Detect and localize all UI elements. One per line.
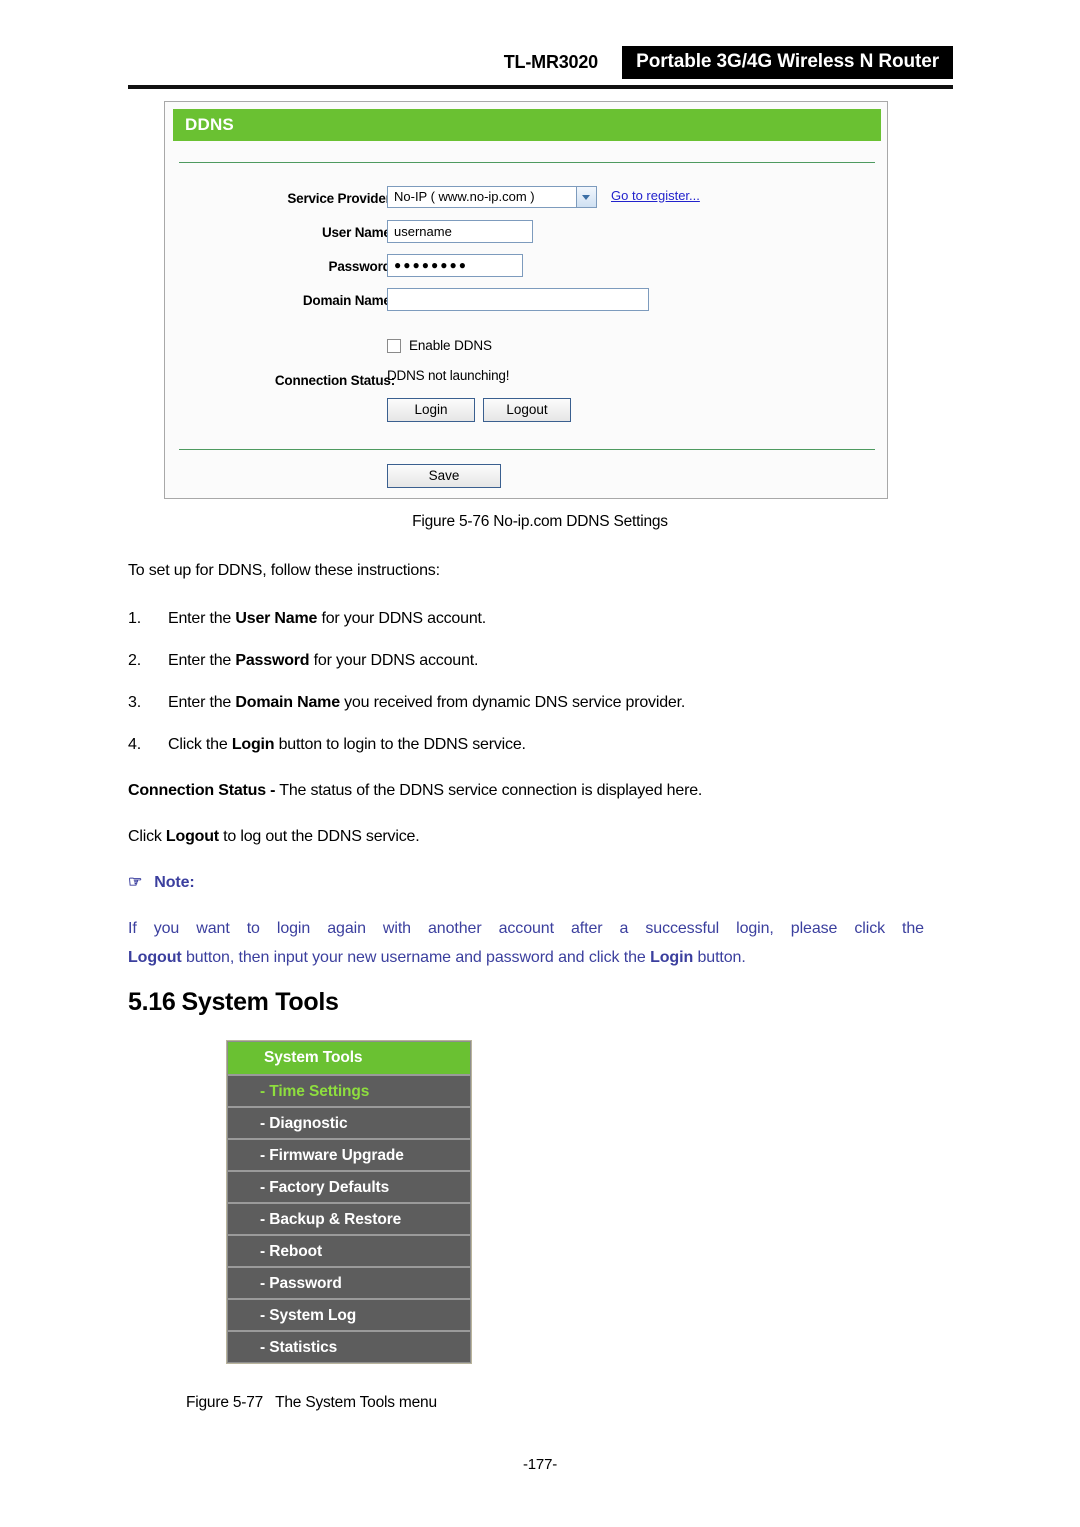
save-button[interactable]: Save: [387, 464, 501, 488]
pointing-hand-icon: ☞: [128, 874, 143, 891]
password-input[interactable]: ●●●●●●●●: [387, 254, 523, 277]
note-line-1: If you want to login again with another …: [128, 920, 924, 937]
section-number: 5.16: [128, 988, 176, 1016]
enable-ddns-checkbox[interactable]: [387, 338, 401, 353]
sidebar-item-reboot[interactable]: - Reboot: [228, 1234, 470, 1266]
connection-status-row: Connection Status:: [165, 368, 889, 396]
note-title: Note:: [154, 874, 195, 891]
user-name-label: User Name:: [321, 225, 395, 240]
sidebar-item-time-settings[interactable]: - Time Settings: [228, 1074, 470, 1106]
connection-status-description: The status of the DDNS service connectio…: [275, 782, 703, 799]
logout-para-post: to log out the DDNS service.: [218, 828, 420, 845]
header-rule: [128, 85, 953, 89]
user-name-row: User Name: username: [165, 220, 889, 248]
step-4-number: 4.: [128, 736, 141, 753]
domain-name-label: Domain Name:: [302, 293, 395, 308]
sidebar-item-password[interactable]: - Password: [228, 1266, 470, 1298]
system-tools-menu: System Tools - Time Settings - Diagnosti…: [226, 1040, 472, 1364]
connection-status-label: Connection Status:: [274, 373, 395, 388]
figure-576-caption: Figure 5-76 No-ip.com DDNS Settings: [412, 513, 668, 530]
ddns-settings-panel: DDNS Service Provider: No-IP ( www.no-ip…: [164, 101, 888, 499]
sidebar-item-factory-defaults[interactable]: - Factory Defaults: [228, 1170, 470, 1202]
page-title: 5.16 System Tools: [128, 988, 339, 1017]
step-1-text: Enter the User Name for your DDNS accoun…: [168, 608, 486, 630]
service-provider-selected-value: No-IP ( www.no-ip.com ): [394, 189, 535, 204]
page-header: TL-MR3020 Portable 3G/4G Wireless N Rout…: [128, 46, 953, 89]
page-number: -177-: [522, 1456, 558, 1473]
header-model-name: TL-MR3020: [503, 52, 598, 72]
step-3-bold: Domain Name: [235, 694, 340, 711]
step-3-pre: Enter the: [168, 694, 236, 711]
step-2-bold: Password: [235, 652, 310, 669]
panel-divider-bottom: [179, 449, 875, 450]
step-4-pre: Click the: [168, 736, 232, 753]
service-provider-field-wrap: No-IP ( www.no-ip.com ): [387, 186, 597, 208]
step-3-number: 3.: [128, 694, 141, 711]
connection-status-paragraph: Connection Status - The status of the DD…: [128, 780, 702, 802]
note-heading: ☞ Note:: [128, 872, 195, 892]
user-name-input[interactable]: username: [387, 220, 533, 243]
domain-name-row: Domain Name:: [165, 288, 889, 316]
system-tools-menu-header: System Tools: [228, 1042, 470, 1074]
enable-ddns-row[interactable]: Enable DDNS: [387, 338, 492, 353]
step-1-pre: Enter the: [168, 610, 236, 627]
step-1-number: 1.: [128, 610, 141, 627]
note-logout-bold: Logout: [128, 949, 182, 966]
user-name-field-wrap: username: [387, 220, 533, 243]
logout-para-bold: Logout: [165, 828, 219, 845]
step-2-text: Enter the Password for your DDNS account…: [168, 650, 478, 672]
logout-para-pre: Click: [128, 828, 166, 845]
sidebar-item-backup-restore[interactable]: - Backup & Restore: [228, 1202, 470, 1234]
password-field-wrap: ●●●●●●●●: [387, 254, 523, 277]
intro-paragraph: To set up for DDNS, follow these instruc…: [128, 562, 440, 579]
step-3-text: Enter the Domain Name you received from …: [168, 692, 685, 714]
section-title: System Tools: [181, 988, 339, 1016]
step-2-number: 2.: [128, 652, 141, 669]
step-2-post: for your DDNS account.: [309, 652, 479, 669]
sidebar-item-diagnostic[interactable]: - Diagnostic: [228, 1106, 470, 1138]
chevron-down-icon[interactable]: [576, 187, 596, 207]
figure-577-caption: Figure 5-77 The System Tools menu: [186, 1394, 437, 1411]
ddns-panel-title: DDNS: [173, 109, 881, 141]
sidebar-item-firmware-upgrade[interactable]: - Firmware Upgrade: [228, 1138, 470, 1170]
step-4-bold: Login: [231, 736, 275, 753]
note-login-bold: Login: [650, 949, 694, 966]
logout-paragraph: Click Logout to log out the DDNS service…: [128, 826, 420, 848]
service-provider-label: Service Provider:: [287, 191, 395, 206]
connection-status-term: Connection Status -: [128, 782, 276, 799]
password-row: Password: ●●●●●●●●: [165, 254, 889, 282]
note-body: If you want to login again with another …: [128, 914, 924, 972]
sidebar-item-system-log[interactable]: - System Log: [228, 1298, 470, 1330]
sidebar-item-statistics[interactable]: - Statistics: [228, 1330, 470, 1362]
logout-button[interactable]: Logout: [483, 398, 571, 422]
domain-name-field-wrap: [387, 288, 649, 311]
domain-name-input[interactable]: [387, 288, 649, 311]
step-4-text: Click the Login button to login to the D…: [168, 734, 526, 756]
enable-ddns-label: Enable DDNS: [409, 338, 492, 353]
step-3-post: you received from dynamic DNS service pr…: [339, 694, 686, 711]
note-line-2-mid: button, then input your new username and…: [181, 949, 651, 966]
note-line-2-end: button.: [693, 949, 746, 966]
password-label: Password:: [328, 259, 396, 274]
step-4-post: button to login to the DDNS service.: [274, 736, 526, 753]
step-1-bold: User Name: [235, 610, 318, 627]
connection-status-value: DDNS not launching!: [387, 368, 510, 383]
panel-divider-top: [179, 162, 875, 163]
step-2-pre: Enter the: [168, 652, 236, 669]
go-to-register-link[interactable]: Go to register...: [611, 188, 700, 203]
service-provider-select[interactable]: No-IP ( www.no-ip.com ): [387, 186, 597, 208]
login-button[interactable]: Login: [387, 398, 475, 422]
note-line-2: Logout button, then input your new usern…: [128, 943, 924, 972]
service-provider-row: Service Provider: No-IP ( www.no-ip.com …: [165, 186, 889, 214]
step-1-post: for your DDNS account.: [317, 610, 487, 627]
header-product-name: Portable 3G/4G Wireless N Router: [622, 46, 953, 79]
